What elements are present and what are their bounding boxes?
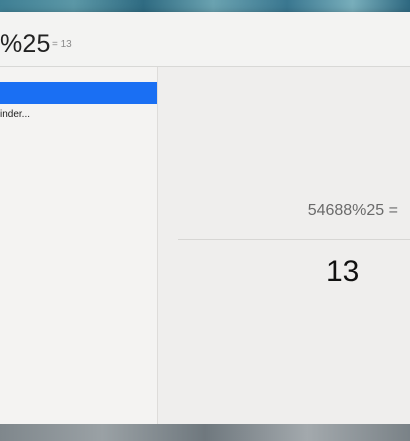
result-item-selected[interactable]	[0, 82, 157, 104]
divider	[178, 239, 410, 240]
calculation-expression: 54688%25 =	[307, 202, 398, 219]
result-item-label: inder...	[0, 109, 31, 120]
search-bar[interactable]: %25 = 13	[0, 12, 410, 67]
desktop-wallpaper-bottom	[0, 424, 410, 441]
inline-result: = 13	[52, 39, 72, 50]
spotlight-window: %25 = 13 inder... 54688%25 = 13	[0, 12, 410, 424]
search-input[interactable]: %25	[0, 30, 51, 59]
preview-pane: 54688%25 = 13	[158, 67, 410, 424]
result-item-search-in-finder[interactable]: inder...	[0, 104, 157, 126]
calculation-answer: 13	[326, 255, 360, 288]
results-list: inder...	[0, 67, 158, 424]
